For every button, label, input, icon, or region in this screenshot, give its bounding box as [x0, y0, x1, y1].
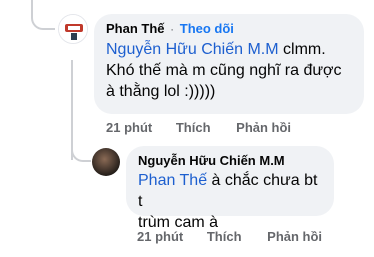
avatar-image [59, 15, 87, 43]
comment-bubble: Phan Thế · Theo dõi Nguyễn Hữu Chiến M.M… [94, 14, 364, 114]
reply-thread-connector [71, 138, 91, 162]
mention-link[interactable]: Nguyễn Hữu Chiến M.M [106, 41, 279, 58]
comment-text: Nguyễn Hữu Chiến M.M clmm. Khó thế mà m … [106, 39, 352, 102]
reply-author[interactable]: Nguyễn Hữu Chiến M.M [138, 153, 285, 168]
avatar[interactable] [58, 14, 88, 44]
reply-text: Phan Thế à chắc chưa bt t trùm cam à [138, 170, 322, 233]
reply-button[interactable]: Phản hồi [236, 120, 291, 135]
comment-timestamp[interactable]: 21 phút [106, 120, 152, 135]
comment-author[interactable]: Phan Thế [106, 21, 165, 36]
reply-mention-link[interactable]: Phan Thế [138, 172, 207, 189]
reply-like-button[interactable]: Thích [207, 229, 242, 244]
reply-header: Nguyễn Hữu Chiến M.M [138, 152, 322, 169]
reply-avatar[interactable] [92, 148, 120, 176]
reply-bubble: Nguyễn Hữu Chiến M.M Phan Thế à chắc chư… [126, 146, 334, 231]
follow-button[interactable]: Theo dõi [180, 21, 234, 36]
reply-actions: 21 phút Thích Phản hồi [137, 229, 322, 244]
thread-connector [31, 0, 55, 30]
comment-header: Phan Thế · Theo dõi [106, 20, 352, 38]
comment-text-line2: Khó thế mà m cũng nghĩ ra được [106, 62, 342, 79]
comment-actions: 21 phút Thích Phản hồi [106, 120, 291, 135]
like-button[interactable]: Thích [176, 120, 211, 135]
comment-text-line3: à thằng lol :))))) [106, 83, 216, 100]
comment-text-line1: clmm. [278, 41, 326, 58]
reply-reply-button[interactable]: Phản hồi [267, 229, 322, 244]
separator-dot: · [170, 22, 175, 36]
reply-timestamp[interactable]: 21 phút [137, 229, 183, 244]
